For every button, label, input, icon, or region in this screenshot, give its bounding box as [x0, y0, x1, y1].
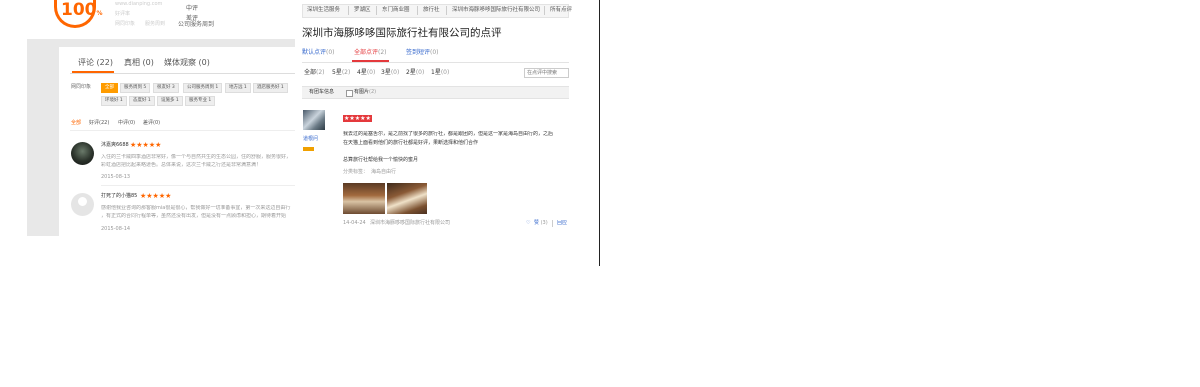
reviewer-rank-icon [303, 147, 314, 151]
avatar-placeholder-icon [78, 197, 87, 206]
subtab-default[interactable]: 默认点评(0) [302, 49, 335, 57]
reviewer-username[interactable]: 道根问 [303, 136, 318, 143]
tabs-divider [70, 73, 295, 74]
filter-all[interactable]: 全部 [71, 120, 81, 127]
action-separator [552, 220, 553, 227]
review-username[interactable]: 沐嘉爽6688 [101, 142, 129, 149]
reply-button[interactable]: 回应 [557, 220, 569, 227]
review-text: 入住的兰卡威四季酒店非常好，像一个与自然共生的生态公园，住的舒服，服务很好， [101, 154, 292, 160]
breadcrumb-item[interactable]: 旅行社 [423, 7, 440, 14]
tag[interactable]: 服务专业 1 [185, 96, 216, 106]
blurred-line-4: 服务周到 [145, 21, 166, 27]
tab-reviews[interactable]: 评论 (22) [78, 58, 113, 68]
breadcrumb-item[interactable]: 罗湖区 [354, 7, 371, 14]
review-username[interactable]: 打死了的小猫85 [101, 193, 137, 200]
review-text: 彩虹酒店把比起来略逊色。总体来说，这次兰卡威之行还是非常满意满！ [101, 162, 262, 168]
subtab-all[interactable]: 全部点评(2) [354, 49, 387, 57]
review-photo[interactable] [387, 183, 427, 214]
heart-icon[interactable]: ♡ [526, 220, 530, 227]
impression-label: 网同印象 [71, 84, 92, 90]
tag[interactable]: 地方远 1 [225, 83, 251, 93]
breadcrumb-separator [417, 6, 418, 15]
filter-divider [70, 130, 295, 131]
tag[interactable]: 环境好 1 [101, 96, 127, 106]
page-title: 深圳市海豚哆哆国际旅行社有限公司的点评 [302, 27, 502, 39]
subtab-checkin[interactable]: 签到短评(0) [406, 49, 439, 57]
review-photo[interactable] [343, 183, 385, 214]
review-text: 在天猫上面看到他们的旅行社都是好评，果断选择和他们合作 [343, 140, 479, 146]
review-text: 总算旅行社帮给我一个愉快的蜜月 [343, 157, 419, 163]
breadcrumb-separator [348, 6, 349, 15]
filter-bad[interactable]: 差评(0) [143, 120, 160, 127]
filter-1-star[interactable]: 1星(0) [431, 69, 449, 77]
tab-truth[interactable]: 真相 (0) [124, 58, 154, 68]
review-star-rating: ★★★★★ [343, 115, 372, 122]
breadcrumb-item[interactable]: 东门商业圈 [382, 7, 410, 14]
review-text: ，有正式的合同行程单等，虽然还没有出发，但是没有一点顾虑和担心，期待着开始 [101, 213, 287, 219]
breadcrumb-item[interactable]: 深圳市海豚哆哆国际旅行社有限公司 [452, 7, 540, 14]
avatar[interactable] [71, 142, 94, 165]
tag[interactable]: 公司服务周到 1 [183, 83, 223, 93]
options-bar [302, 86, 569, 99]
review-divider [101, 185, 295, 186]
blurred-line-3: 网同印象 [115, 21, 136, 27]
filter-4-star[interactable]: 4星(0) [357, 69, 375, 77]
vertical-divider [599, 0, 600, 266]
review-text: 我去过的是塞舌尔，是之前找了很多的旅行社，都是跟团的，但是这一家是海岛自由行的，… [343, 131, 554, 137]
mid-review-label: 中评 [186, 5, 199, 12]
tag[interactable]: 服务周到 5 [120, 83, 151, 93]
tag[interactable]: 态度好 1 [129, 96, 155, 106]
filter-3-star[interactable]: 3星(0) [381, 69, 399, 77]
review-date: 2015-08-13 [101, 174, 131, 180]
breadcrumb-item[interactable]: 所有点评 [550, 7, 572, 14]
breadcrumb-separator [446, 6, 447, 15]
blurred-line-2: 好评率 [115, 11, 131, 17]
review-date: 14-04-24 [343, 220, 366, 226]
breadcrumb-separator [376, 6, 377, 15]
review-text: 感谢他我业咨询的那客服mia很是很心，帮我做好一切准备事宜，第一次来这边自由行 [101, 205, 291, 211]
subtab-divider [302, 62, 569, 63]
like-button[interactable]: 赞 (3) [534, 220, 548, 227]
option-has-photos[interactable]: 有图片(2) [354, 89, 376, 96]
review-tag: 分类标签： 海岛自由行 [343, 169, 397, 175]
option-group-info[interactable]: 有团车信息 [309, 89, 334, 96]
score-value: 100% [61, 0, 103, 20]
review-search-input[interactable] [524, 68, 569, 78]
impression-strip-text: 公司服务周到 [178, 21, 215, 28]
filter-all[interactable]: 全部(2) [304, 69, 325, 77]
filter-2-star[interactable]: 2星(0) [406, 69, 424, 77]
breadcrumb-separator [544, 6, 545, 15]
review-stars: ★★★★★ [140, 192, 172, 200]
tag[interactable]: 设施多 1 [157, 96, 183, 106]
review-date: 2015-08-14 [101, 226, 131, 232]
filter-5-star[interactable]: 5星(2) [332, 69, 350, 77]
reviewer-avatar[interactable] [303, 110, 325, 130]
blurred-line-1: www.dianping.com [115, 1, 163, 7]
filter-mid[interactable]: 中评(0) [118, 120, 135, 127]
tab-media[interactable]: 媒体观察 (0) [164, 58, 210, 68]
tag[interactable]: 酒店服务好 1 [253, 83, 288, 93]
tag-all[interactable]: 全部 [101, 83, 118, 93]
review-stars: ★★★★★ [130, 141, 162, 149]
filter-good[interactable]: 好评(22) [89, 120, 109, 127]
review-shop-link[interactable]: 深圳市海豚哆哆国际旅行社有限公司 [370, 220, 450, 227]
breadcrumb-item[interactable]: 深圳生活服务 [307, 7, 340, 14]
tag[interactable]: 很友好 3 [153, 83, 179, 93]
option-checkbox[interactable] [346, 90, 353, 97]
